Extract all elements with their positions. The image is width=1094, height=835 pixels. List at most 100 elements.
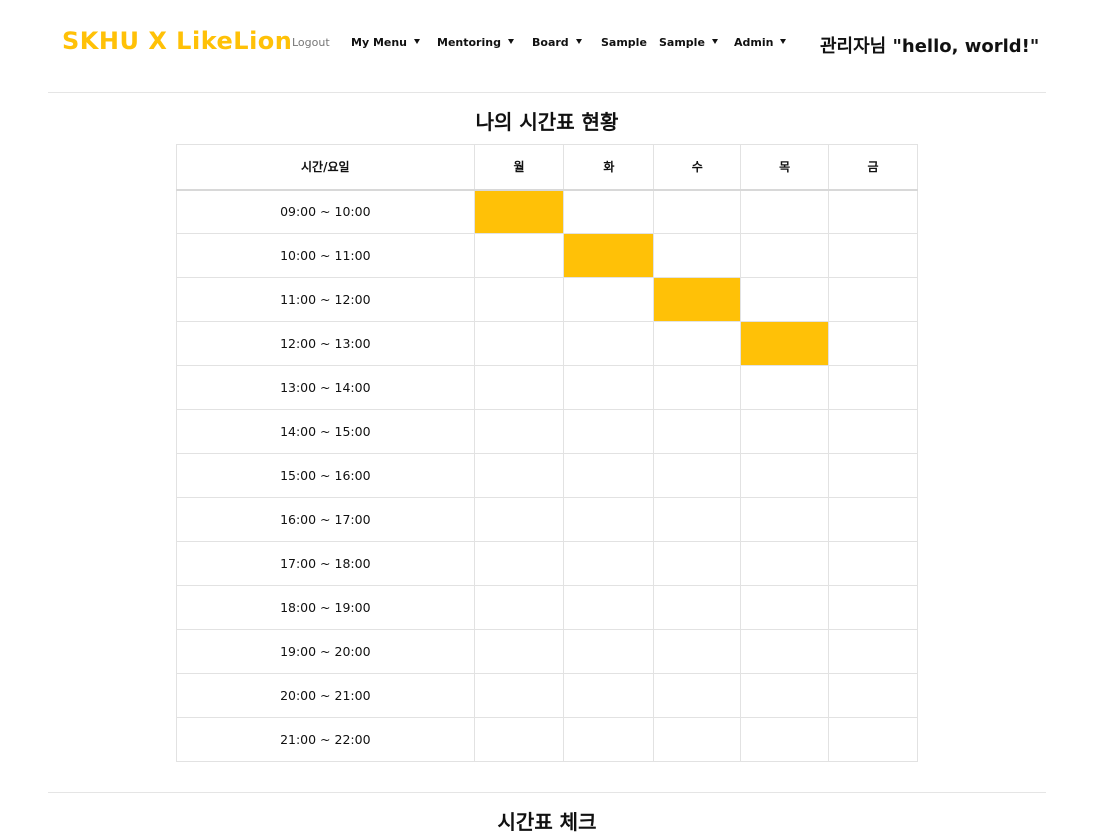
table-row: 11:00 ~ 12:00 [176, 277, 918, 322]
timetable-cell[interactable] [563, 365, 655, 410]
nav-sample[interactable]: Sample [601, 36, 647, 49]
timetable-cell[interactable] [828, 673, 918, 718]
time-slot-label: 11:00 ~ 12:00 [176, 277, 475, 322]
timetable-cell[interactable] [653, 585, 742, 630]
timetable-cell[interactable] [740, 673, 830, 718]
timetable-cell[interactable] [473, 585, 565, 630]
caret-down-icon [780, 39, 787, 44]
timetable-cell[interactable] [473, 629, 565, 674]
timetable-cell[interactable] [740, 585, 830, 630]
caret-down-icon [711, 39, 718, 44]
timetable-cell[interactable] [653, 233, 742, 278]
timetable-cell[interactable] [473, 409, 565, 454]
brand-logo[interactable]: SKHU X LikeLion [62, 27, 292, 55]
time-slot-label: 20:00 ~ 21:00 [176, 673, 475, 718]
timetable-cell[interactable] [563, 717, 655, 762]
nav-mentoring-label: Mentoring [437, 36, 501, 49]
timetable-cell[interactable] [473, 321, 565, 366]
timetable-cell[interactable] [563, 673, 655, 718]
timetable-cell[interactable] [653, 717, 742, 762]
timetable-cell[interactable] [828, 233, 918, 278]
header-mon: 월 [473, 144, 565, 191]
header-wed: 수 [653, 144, 742, 191]
timetable-cell[interactable] [653, 673, 742, 718]
timetable-cell[interactable] [828, 321, 918, 366]
timetable-cell[interactable] [473, 365, 565, 410]
timetable-cell[interactable] [740, 365, 830, 410]
timetable-cell[interactable] [473, 673, 565, 718]
table-row: 15:00 ~ 16:00 [176, 453, 918, 498]
timetable-cell[interactable] [828, 629, 918, 674]
timetable-cell[interactable] [563, 497, 655, 542]
time-slot-label: 17:00 ~ 18:00 [176, 541, 475, 586]
time-slot-label: 14:00 ~ 15:00 [176, 409, 475, 454]
timetable-cell[interactable] [473, 233, 565, 278]
timetable-cell[interactable] [653, 629, 742, 674]
timetable-cell[interactable] [653, 453, 742, 498]
timetable-cell[interactable] [563, 585, 655, 630]
nav-mentoring[interactable]: Mentoring [437, 36, 514, 49]
timetable-cell[interactable] [563, 629, 655, 674]
timetable-cell-filled[interactable] [740, 321, 830, 366]
timetable-cell[interactable] [473, 277, 565, 322]
nav-my-menu[interactable]: My Menu [351, 36, 421, 49]
nav-sample-dropdown[interactable]: Sample [659, 36, 718, 49]
nav-board[interactable]: Board [532, 36, 582, 49]
timetable-cell-filled[interactable] [473, 189, 565, 234]
timetable-cell[interactable] [828, 453, 918, 498]
timetable-cell[interactable] [828, 189, 918, 234]
timetable-cell[interactable] [740, 277, 830, 322]
table-row: 10:00 ~ 11:00 [176, 233, 918, 278]
timetable-cell[interactable] [828, 409, 918, 454]
timetable-cell[interactable] [740, 189, 830, 234]
timetable-cell[interactable] [653, 497, 742, 542]
time-slot-label: 16:00 ~ 17:00 [176, 497, 475, 542]
timetable-cell[interactable] [653, 189, 742, 234]
table-row: 09:00 ~ 10:00 [176, 189, 918, 234]
timetable-cell[interactable] [740, 717, 830, 762]
timetable-cell[interactable] [563, 321, 655, 366]
timetable-cell[interactable] [653, 321, 742, 366]
nav-my-menu-label: My Menu [351, 36, 408, 49]
timetable-title: 나의 시간표 현황 [475, 110, 619, 134]
timetable-cell[interactable] [563, 277, 655, 322]
timetable-cell[interactable] [563, 409, 655, 454]
caret-down-icon [414, 39, 421, 44]
timetable-cell[interactable] [653, 365, 742, 410]
timetable-header-row: 시간/요일 월 화 수 목 금 [176, 144, 918, 191]
timetable-cell[interactable] [740, 629, 830, 674]
timetable-cell[interactable] [740, 453, 830, 498]
time-slot-label: 18:00 ~ 19:00 [176, 585, 475, 630]
timetable-cell-filled[interactable] [653, 277, 742, 322]
timetable-cell[interactable] [828, 365, 918, 410]
timetable-cell[interactable] [828, 585, 918, 630]
timetable-cell[interactable] [473, 453, 565, 498]
timetable-cell[interactable] [828, 541, 918, 586]
header-thu: 목 [740, 144, 830, 191]
time-slot-label: 09:00 ~ 10:00 [176, 189, 475, 234]
timetable-cell[interactable] [563, 189, 655, 234]
timetable-cell[interactable] [563, 453, 655, 498]
timetable-cell[interactable] [740, 233, 830, 278]
timetable-cell[interactable] [473, 497, 565, 542]
nav-logout[interactable]: Logout [292, 36, 330, 49]
timetable-cell[interactable] [828, 717, 918, 762]
caret-down-icon [575, 39, 582, 44]
timetable-cell[interactable] [473, 541, 565, 586]
timetable-cell[interactable] [473, 717, 565, 762]
timetable-cell[interactable] [653, 409, 742, 454]
nav-board-label: Board [532, 36, 569, 49]
divider [48, 792, 1046, 793]
table-row: 14:00 ~ 15:00 [176, 409, 918, 454]
timetable-cell[interactable] [653, 541, 742, 586]
timetable-cell[interactable] [828, 277, 918, 322]
timetable-cell[interactable] [740, 497, 830, 542]
nav-admin[interactable]: Admin [734, 36, 787, 49]
timetable-cell[interactable] [740, 541, 830, 586]
timetable-cell-filled[interactable] [563, 233, 655, 278]
timetable-cell[interactable] [740, 409, 830, 454]
timetable-cell[interactable] [828, 497, 918, 542]
nav-logout-label: Logout [292, 36, 330, 49]
timetable-cell[interactable] [563, 541, 655, 586]
table-row: 17:00 ~ 18:00 [176, 541, 918, 586]
